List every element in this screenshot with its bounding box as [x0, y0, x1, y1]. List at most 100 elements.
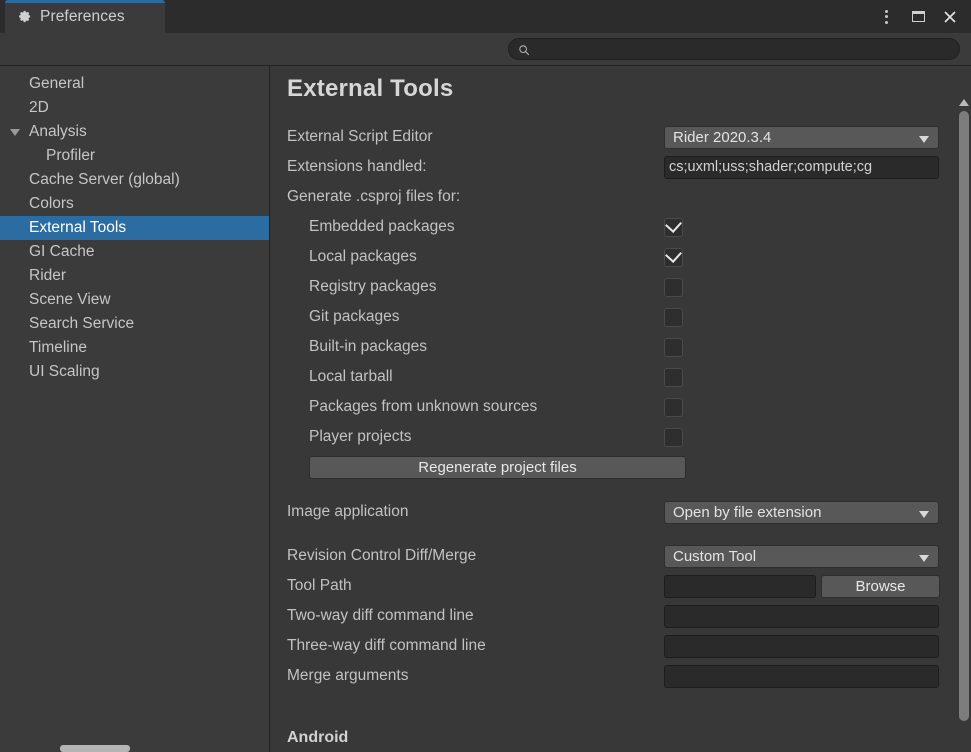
content-vscrollbar-thumb[interactable] [959, 111, 969, 721]
row-three-way-diff: Three-way diff command line [271, 631, 971, 661]
window-controls [871, 0, 965, 33]
csproj-player-checkbox[interactable] [664, 427, 683, 447]
two-way-diff-input[interactable] [664, 604, 939, 628]
row-image-application: Image application Open by file extension [271, 497, 971, 527]
row-revision-control: Revision Control Diff/Merge Custom Tool [271, 541, 971, 571]
search-input[interactable] [530, 42, 959, 56]
image-application-label: Image application [287, 503, 409, 520]
csproj-unknown-checkbox[interactable] [664, 397, 683, 417]
three-way-diff-label: Three-way diff command line [287, 637, 486, 654]
extensions-handled-label: Extensions handled: [287, 158, 427, 175]
sidebar-hscrollbar-thumb[interactable] [60, 745, 130, 752]
sidebar-item-profiler[interactable]: Profiler [0, 144, 269, 168]
search-box[interactable] [508, 38, 960, 60]
extensions-handled-input[interactable]: cs;uxml;uss;shader;compute;cg [664, 155, 939, 179]
chevron-down-icon [919, 135, 929, 143]
row-csproj-heading: Generate .csproj files for: [271, 182, 971, 212]
external-script-editor-dropdown[interactable]: Rider 2020.3.4 [664, 125, 939, 149]
sidebar-item-2d[interactable]: 2D [0, 96, 269, 120]
sidebar-item-scene-view[interactable]: Scene View [0, 288, 269, 312]
title-bar: Preferences [0, 0, 971, 33]
tab-label: Preferences [40, 7, 125, 25]
regenerate-project-files-button[interactable]: Regenerate project files [309, 455, 686, 479]
settings-rows: External Script Editor Rider 2020.3.4 Ex… [271, 122, 971, 752]
tab-preferences[interactable]: Preferences [5, 0, 165, 33]
sidebar-item-ui-scaling[interactable]: UI Scaling [0, 360, 269, 384]
maximize-icon[interactable] [903, 2, 933, 32]
sidebar-item-label: Timeline [29, 339, 87, 356]
page-title: External Tools [287, 75, 454, 102]
external-script-editor-label: External Script Editor [287, 128, 433, 145]
csproj-tarball-checkbox[interactable] [664, 367, 683, 387]
sidebar-hscrollbar-track[interactable] [0, 745, 269, 752]
image-application-dropdown[interactable]: Open by file extension [664, 500, 939, 524]
row-csproj-player: Player projects [271, 422, 971, 452]
csproj-registry-checkbox[interactable] [664, 277, 683, 297]
csproj-embedded-label: Embedded packages [309, 218, 455, 235]
image-application-value: Open by file extension [673, 503, 822, 521]
browse-button[interactable]: Browse [821, 574, 940, 598]
sidebar-item-analysis[interactable]: Analysis [0, 120, 269, 144]
sidebar-item-label: External Tools [29, 219, 127, 236]
csproj-heading-label: Generate .csproj files for: [287, 188, 461, 205]
chevron-down-icon[interactable] [10, 129, 20, 136]
toolbar [0, 33, 971, 66]
sidebar-item-search-service[interactable]: Search Service [0, 312, 269, 336]
csproj-builtin-checkbox[interactable] [664, 337, 683, 357]
preferences-window: Preferences General 2D Analysis Profiler… [0, 0, 971, 752]
row-tool-path: Tool Path Browse [271, 571, 971, 601]
sidebar-item-label: UI Scaling [29, 363, 100, 380]
check-icon [665, 215, 682, 233]
sidebar-item-label: General [29, 75, 85, 92]
sidebar-item-label: Search Service [29, 315, 135, 332]
row-regenerate: Regenerate project files [271, 452, 971, 482]
android-section-label: Android [287, 729, 349, 746]
sidebar-item-label: 2D [29, 99, 49, 116]
csproj-local-checkbox[interactable] [664, 245, 683, 267]
sidebar-item-label: GI Cache [29, 243, 95, 260]
revision-control-label: Revision Control Diff/Merge [287, 547, 477, 564]
row-csproj-tarball: Local tarball [271, 362, 971, 392]
merge-arguments-input[interactable] [664, 664, 939, 688]
close-icon[interactable] [935, 2, 965, 32]
revision-control-dropdown[interactable]: Custom Tool [664, 544, 939, 568]
csproj-embedded-checkbox[interactable] [664, 215, 683, 237]
row-csproj-unknown: Packages from unknown sources [271, 392, 971, 422]
check-icon [665, 245, 682, 263]
content-vscrollbar[interactable] [957, 95, 971, 752]
external-script-editor-value: Rider 2020.3.4 [673, 128, 772, 146]
scroll-up-arrow-icon[interactable] [959, 99, 969, 106]
sidebar-item-label: Scene View [29, 291, 111, 308]
sidebar-item-cache-server[interactable]: Cache Server (global) [0, 168, 269, 192]
row-merge-arguments: Merge arguments [271, 661, 971, 691]
sidebar-item-timeline[interactable]: Timeline [0, 336, 269, 360]
row-android-section: Android [271, 723, 971, 752]
revision-control-value: Custom Tool [673, 547, 757, 565]
csproj-git-label: Git packages [309, 308, 400, 325]
csproj-git-checkbox[interactable] [664, 307, 683, 327]
tool-path-input[interactable] [664, 574, 816, 598]
row-external-script-editor: External Script Editor Rider 2020.3.4 [271, 122, 971, 152]
row-csproj-registry: Registry packages [271, 272, 971, 302]
csproj-player-label: Player projects [309, 428, 412, 445]
three-way-diff-input[interactable] [664, 634, 939, 658]
sidebar-item-label: Colors [29, 195, 74, 212]
csproj-unknown-label: Packages from unknown sources [309, 398, 538, 415]
sidebar-list: General 2D Analysis Profiler Cache Serve… [0, 66, 269, 384]
sidebar-item-rider[interactable]: Rider [0, 264, 269, 288]
sidebar-item-general[interactable]: General [0, 72, 269, 96]
tool-path-label: Tool Path [287, 577, 352, 594]
settings-content: External Tools External Script Editor Ri… [271, 66, 971, 752]
row-csproj-git: Git packages [271, 302, 971, 332]
csproj-local-label: Local packages [309, 248, 417, 265]
merge-arguments-label: Merge arguments [287, 667, 409, 684]
row-csproj-builtin: Built-in packages [271, 332, 971, 362]
sidebar-item-gi-cache[interactable]: GI Cache [0, 240, 269, 264]
sidebar-item-label: Rider [29, 267, 67, 284]
more-vertical-icon[interactable] [871, 2, 901, 32]
csproj-tarball-label: Local tarball [309, 368, 393, 385]
sidebar-item-colors[interactable]: Colors [0, 192, 269, 216]
sidebar-item-external-tools[interactable]: External Tools [0, 216, 269, 240]
sidebar-item-label: Analysis [29, 123, 87, 140]
